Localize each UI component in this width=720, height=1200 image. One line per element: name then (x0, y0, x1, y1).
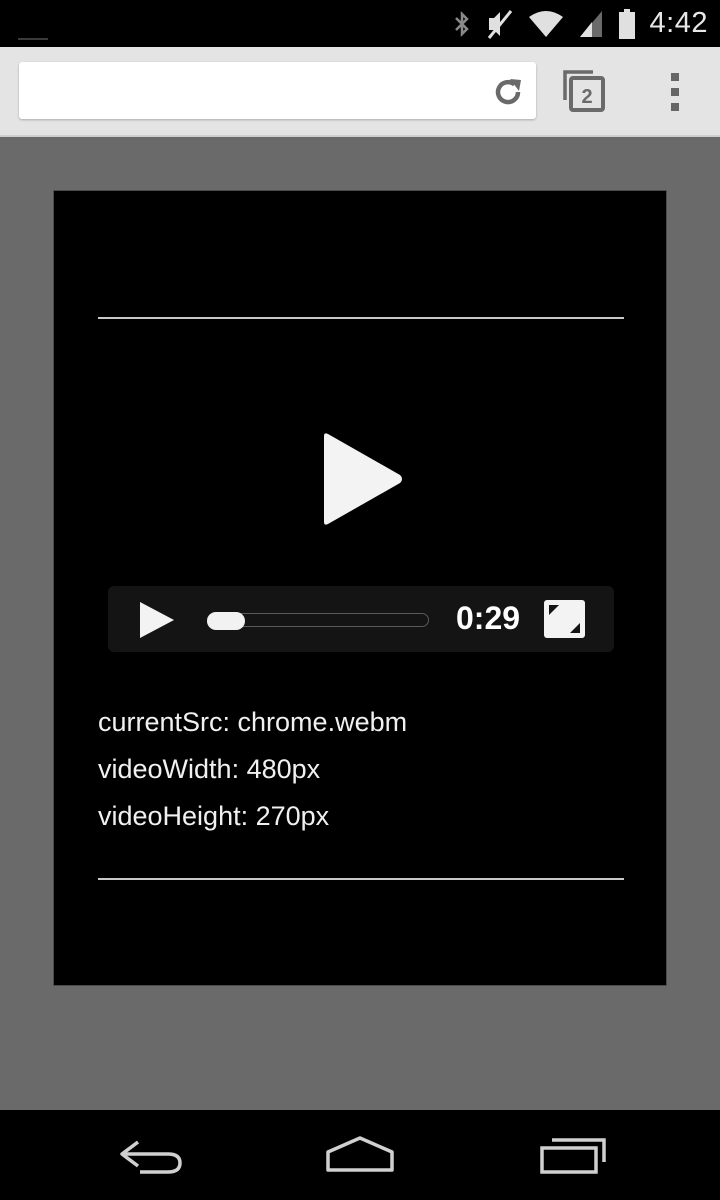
notification-indicator (18, 38, 48, 40)
reload-icon[interactable] (490, 74, 526, 110)
menu-dot (671, 88, 679, 96)
url-bar[interactable] (19, 62, 536, 119)
cell-signal-icon (579, 10, 602, 37)
seek-bar[interactable] (207, 612, 429, 630)
fullscreen-icon[interactable] (544, 600, 585, 638)
browser-toolbar: 2 (0, 47, 720, 137)
navigation-bar (0, 1110, 720, 1200)
recent-apps-icon[interactable] (532, 1132, 612, 1178)
home-icon[interactable] (320, 1132, 400, 1178)
video-height-text: videoHeight: 270px (98, 801, 330, 831)
bluetooth-icon (454, 10, 469, 37)
status-icons: 4:42 (452, 0, 708, 47)
video-panel: 0:29 currentSrc: chrome.webm videoWidth:… (53, 190, 667, 986)
tabs-icon[interactable]: 2 (560, 67, 610, 117)
tab-count: 2 (581, 86, 592, 108)
status-bar: 4:42 (0, 0, 720, 47)
current-src-text: currentSrc: chrome.webm (98, 707, 408, 737)
overflow-menu-icon[interactable] (662, 69, 688, 115)
divider-top (98, 317, 624, 319)
menu-dot (671, 103, 679, 111)
time-display: 0:29 (456, 600, 521, 636)
menu-dot (671, 73, 679, 81)
play-icon[interactable] (138, 600, 176, 640)
battery-icon (618, 8, 635, 39)
divider-bottom (98, 878, 624, 880)
status-time: 4:42 (649, 7, 708, 39)
back-icon[interactable] (110, 1132, 190, 1178)
wifi-icon (528, 10, 563, 37)
large-play-icon[interactable] (320, 432, 404, 526)
mute-icon (487, 9, 512, 39)
seek-thumb[interactable] (207, 612, 245, 630)
web-page: 0:29 currentSrc: chrome.webm videoWidth:… (0, 137, 720, 1110)
video-controls: 0:29 (108, 586, 614, 652)
video-width-text: videoWidth: 480px (98, 754, 321, 784)
